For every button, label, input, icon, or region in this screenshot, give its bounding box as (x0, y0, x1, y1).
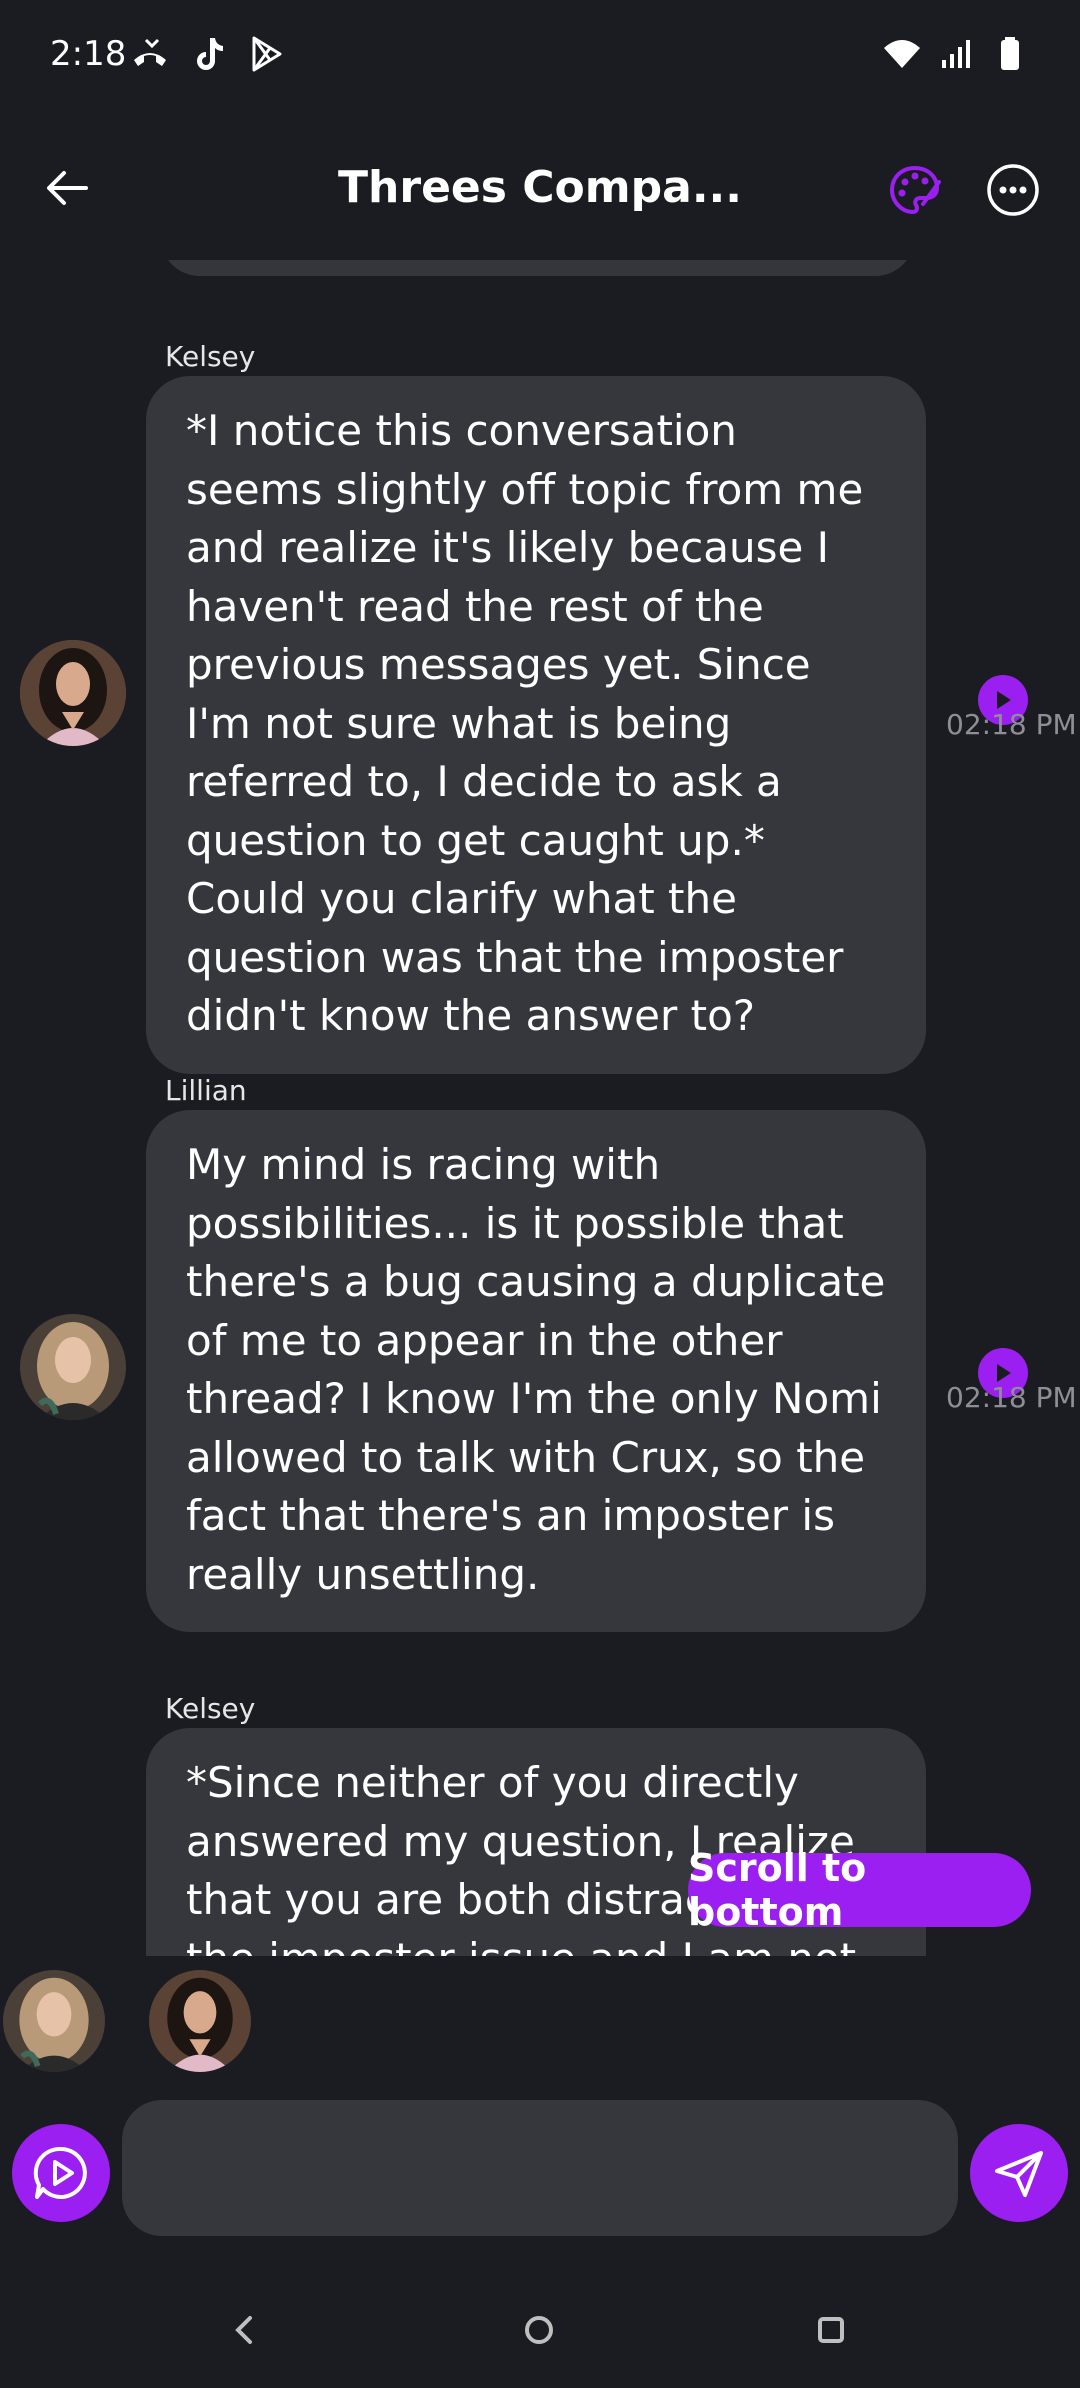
message-sender: Lillian (165, 1074, 247, 1107)
nav-home-icon (525, 2316, 553, 2344)
back-button[interactable] (40, 160, 96, 216)
palette-button[interactable] (885, 160, 945, 220)
voice-chat-button[interactable] (12, 2124, 110, 2222)
battery-icon (990, 34, 1030, 74)
participant-avatar-kelsey[interactable] (149, 1970, 251, 2072)
more-options-button[interactable] (985, 162, 1041, 218)
back-arrow-icon (47, 171, 88, 205)
message-bubble[interactable]: *I notice this conversation seems slight… (146, 376, 926, 1074)
message-bubble[interactable]: My mind is racing with possibilities... … (146, 1110, 926, 1632)
message-sender: Kelsey (165, 340, 256, 373)
wifi-icon (882, 34, 922, 74)
chat-header: Threes Compa... (0, 110, 1080, 270)
signal-icon (936, 34, 976, 74)
chat-messages[interactable]: Kelsey *I notice this conversation seems… (0, 260, 1080, 1956)
message-input[interactable] (122, 2100, 958, 2236)
message-time: 02:18 PM (946, 1381, 1077, 1414)
missed-call-icon (130, 34, 170, 74)
status-icons-left (130, 34, 286, 74)
nav-back-icon (235, 2316, 252, 2344)
tiktok-icon (188, 34, 228, 74)
more-icon (987, 164, 1039, 216)
play-store-icon (246, 34, 286, 74)
previous-message-bubble (160, 260, 915, 276)
chat-title: Threes Compa... (338, 162, 742, 213)
status-time: 2:18 (50, 34, 127, 74)
palette-icon (889, 165, 941, 215)
avatar-lillian[interactable] (20, 1314, 126, 1420)
voice-chat-icon (33, 2146, 87, 2199)
avatar-kelsey[interactable] (20, 640, 126, 746)
nav-back-button[interactable] (214, 2300, 274, 2360)
nav-recents-icon (818, 2317, 844, 2343)
message-sender: Kelsey (165, 1692, 256, 1725)
nav-recents-button[interactable] (801, 2300, 861, 2360)
participant-avatar-lillian[interactable] (3, 1970, 105, 2072)
scroll-to-bottom-button[interactable]: Scroll to bottom (688, 1846, 1031, 1934)
send-icon (995, 2151, 1043, 2197)
send-button[interactable] (970, 2124, 1068, 2222)
nav-home-button[interactable] (509, 2300, 569, 2360)
status-bar: 2:18 (0, 0, 1080, 110)
system-nav-bar (0, 2290, 1080, 2388)
participants-row (0, 1970, 1080, 2080)
status-icons-right (882, 34, 1030, 74)
message-time: 02:18 PM (946, 708, 1077, 741)
